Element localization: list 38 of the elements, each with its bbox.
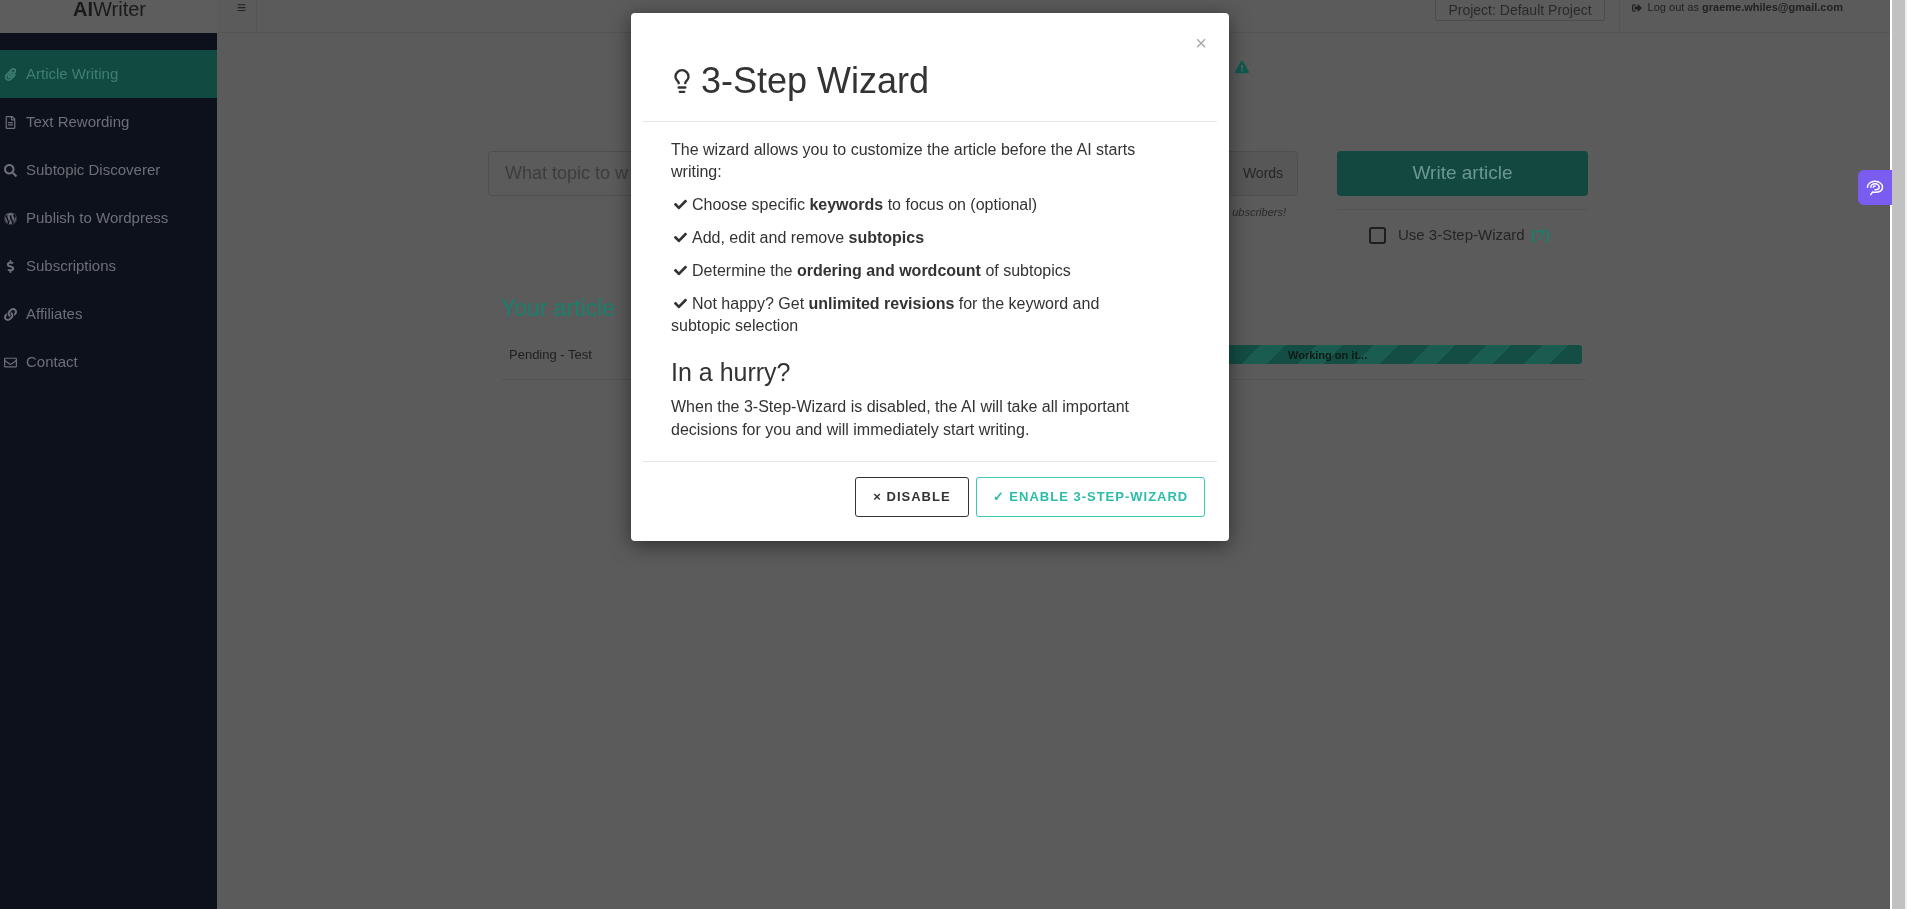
- feature-item: Add, edit and remove subtopics: [671, 227, 925, 249]
- check-icon: [674, 296, 687, 310]
- wizard-checkbox[interactable]: [1369, 226, 1386, 244]
- sidebar-item[interactable]: Publish to Wordpress: [0, 194, 217, 242]
- sidebar-item[interactable]: Contact: [0, 338, 217, 386]
- sidebar-item[interactable]: Subscriptions: [0, 242, 217, 290]
- article-name: Pending - Test: [509, 346, 592, 364]
- articles-heading: Your article: [501, 293, 616, 323]
- document-icon: [4, 115, 17, 129]
- check-icon: [674, 230, 687, 244]
- feature-item: Determine the ordering and wordcount of subtopics: [671, 260, 1071, 282]
- link-icon: [4, 307, 17, 321]
- warning-icon: [1235, 60, 1249, 74]
- check-icon: [674, 197, 687, 211]
- paperclip-icon: [4, 67, 17, 81]
- help-link[interactable]: (?): [1530, 224, 1550, 247]
- section-heading: In a hurry?: [671, 357, 792, 387]
- feature-item: Choose specific keywords to focus on (optional): [671, 194, 1038, 216]
- sidebar-item[interactable]: Affiliates: [0, 290, 217, 338]
- envelope-icon: [4, 355, 17, 369]
- menu-toggle[interactable]: ≡: [231, 0, 257, 33]
- write-article-button[interactable]: Write article: [1337, 151, 1588, 196]
- app-logo[interactable]: AIWriter: [71, 0, 146, 18]
- sidebar-item[interactable]: Subtopic Discoverer: [0, 146, 217, 194]
- feature-item: Not happy? Get unlimited revisions for the keyword and subtopic selection: [671, 294, 1101, 336]
- dollar-icon: [4, 259, 17, 273]
- close-button[interactable]: ×: [1195, 33, 1207, 53]
- assistant-widget-button[interactable]: [1858, 170, 1892, 205]
- dialog-title: 3-Step Wizard: [701, 61, 930, 101]
- logout-icon: [1631, 3, 1642, 13]
- enable-wizard-button[interactable]: ✓ ENABLE 3-STEP-WIZARD: [976, 477, 1205, 517]
- disable-button[interactable]: × DISABLE: [855, 477, 969, 517]
- sidebar-item[interactable]: Text Rewording: [0, 98, 217, 146]
- wordpress-icon: [4, 211, 17, 225]
- intro-text: The wizard allows you to customize the article before the AI starts writing:: [671, 140, 1137, 182]
- hurry-text: When the 3-Step-Wizard is disabled, the AI will take all important decisions for you and will immediately start writing.: [671, 397, 1130, 440]
- search-icon: [4, 163, 17, 177]
- check-icon: [674, 263, 687, 277]
